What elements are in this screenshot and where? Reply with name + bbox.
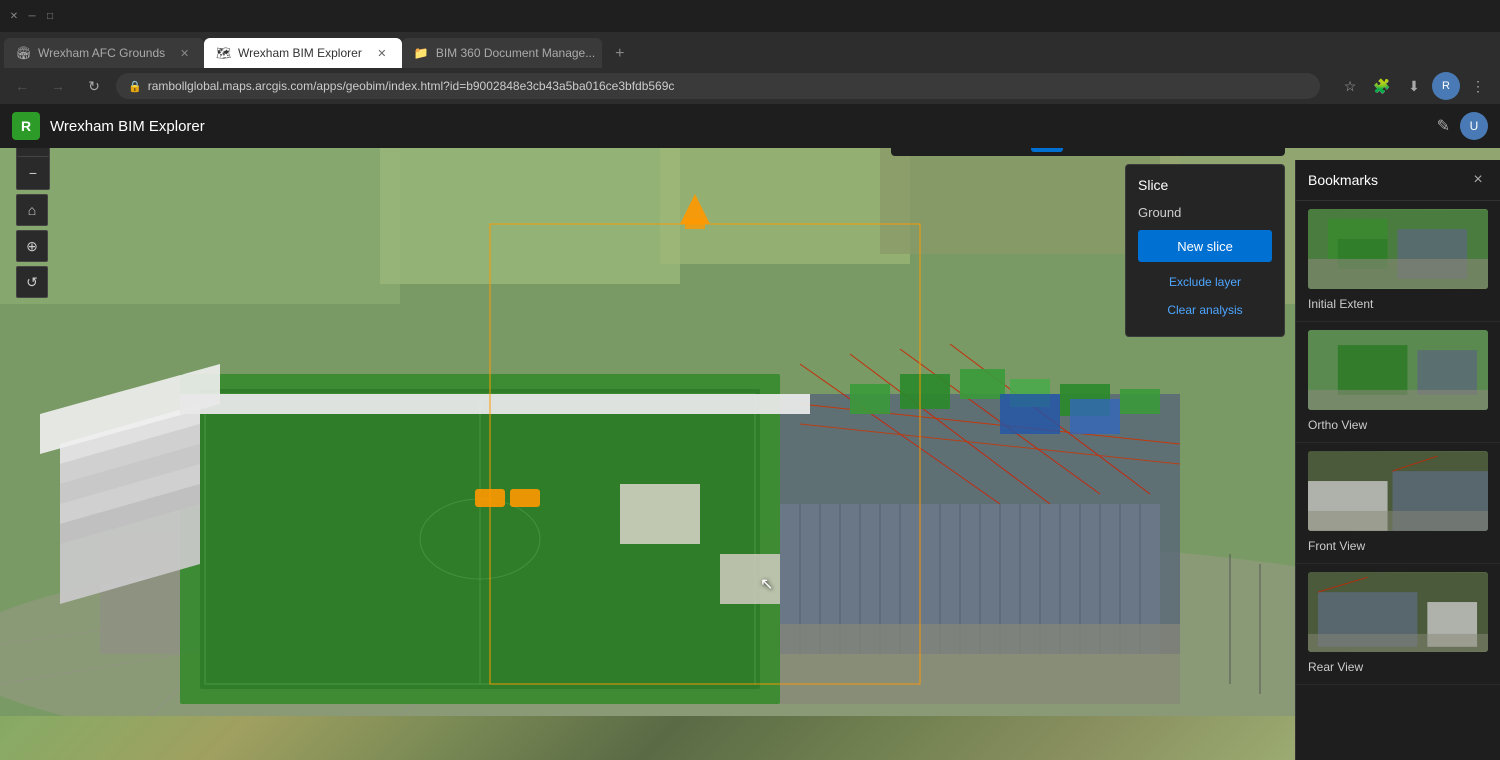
- browser-titlebar: ✕ ─ □: [0, 0, 1500, 32]
- bookmark-item-initial-extent[interactable]: Initial Extent: [1296, 201, 1500, 322]
- profile-button[interactable]: R: [1432, 72, 1460, 100]
- tab-label-afc: Wrexham AFC Grounds: [38, 46, 165, 60]
- home-button[interactable]: ⌂: [16, 194, 48, 226]
- slice-panel-title: Slice: [1138, 177, 1272, 193]
- bookmarks-title: Bookmarks: [1308, 172, 1378, 188]
- bookmark-thumb-initial: [1308, 209, 1488, 289]
- bookmark-name-ortho: Ortho View: [1308, 418, 1367, 432]
- window-maximize-button[interactable]: □: [44, 10, 56, 22]
- browser-chrome: ✕ ─ □ 🏟 Wrexham AFC Grounds ✕ 🗺 Wrexham …: [0, 0, 1500, 104]
- exclude-layer-button[interactable]: Exclude layer: [1138, 268, 1272, 296]
- bookmark-name-rear: Rear View: [1308, 660, 1363, 674]
- tab-wrexham-afc[interactable]: 🏟 Wrexham AFC Grounds ✕: [4, 38, 204, 68]
- tab-favicon-bim: 🗺: [216, 46, 230, 60]
- lock-icon: 🔒: [128, 80, 142, 93]
- window-controls: ✕ ─ □: [8, 10, 56, 22]
- bookmark-item-front-view[interactable]: Front View: [1296, 443, 1500, 564]
- extensions-button[interactable]: 🧩: [1368, 72, 1396, 100]
- app-title: Wrexham BIM Explorer: [50, 118, 205, 135]
- bookmark-thumb-ortho: [1308, 330, 1488, 410]
- bookmark-name-front: Front View: [1308, 539, 1365, 553]
- bookmark-item-ortho-view[interactable]: Ortho View: [1296, 322, 1500, 443]
- bookmark-star-button[interactable]: ☆: [1336, 72, 1364, 100]
- tab-close-bim[interactable]: ✕: [374, 45, 390, 61]
- bookmarks-panel: Bookmarks × Initial Extent: [1295, 160, 1500, 760]
- reload-button[interactable]: ↻: [80, 72, 108, 100]
- bookmark-name-initial: Initial Extent: [1308, 297, 1373, 311]
- browser-actions: ☆ 🧩 ⬇ R ⋮: [1336, 72, 1492, 100]
- tab-label-bim: Wrexham BIM Explorer: [238, 46, 362, 60]
- tab-favicon-bim360: 📁: [414, 46, 428, 60]
- downloads-button[interactable]: ⬇: [1400, 72, 1428, 100]
- app-header: R Wrexham BIM Explorer ✎ U: [0, 104, 1500, 148]
- window-close-button[interactable]: ✕: [8, 10, 20, 22]
- edit-button[interactable]: ✎: [1437, 116, 1450, 136]
- slice-panel: Slice Ground New slice Exclude layer Cle…: [1125, 164, 1285, 337]
- user-avatar[interactable]: U: [1460, 112, 1488, 140]
- rotate-button[interactable]: ↺: [16, 266, 48, 298]
- tab-favicon-afc: 🏟: [16, 46, 30, 60]
- new-slice-button[interactable]: New slice: [1138, 230, 1272, 262]
- tab-label-bim360: BIM 360 Document Manage...: [436, 46, 595, 60]
- bookmarks-close-button[interactable]: ×: [1468, 170, 1488, 190]
- back-button[interactable]: ←: [8, 72, 36, 100]
- forward-button[interactable]: →: [44, 72, 72, 100]
- bookmark-item-rear-view[interactable]: Rear View: [1296, 564, 1500, 685]
- bookmarks-header: Bookmarks ×: [1296, 160, 1500, 201]
- tabs-bar: 🏟 Wrexham AFC Grounds ✕ 🗺 Wrexham BIM Ex…: [0, 32, 1500, 68]
- compass-button[interactable]: ⊕: [16, 230, 48, 262]
- map-area[interactable]: ↖ + − ⌂ ⊕ ↺ ☀ ⛅ ◑ ⬡ ⬜ 🌐 ⟺ ⚠ ◇ ▪▪: [0, 104, 1500, 760]
- map-controls: + − ⌂ ⊕ ↺: [16, 124, 50, 298]
- address-bar: ← → ↻ 🔒 rambollglobal.maps.arcgis.com/ap…: [0, 68, 1500, 104]
- new-tab-button[interactable]: +: [606, 40, 634, 68]
- tab-bim-explorer[interactable]: 🗺 Wrexham BIM Explorer ✕: [204, 38, 402, 68]
- svg-text:↖: ↖: [760, 576, 773, 593]
- url-bar[interactable]: 🔒 rambollglobal.maps.arcgis.com/apps/geo…: [116, 73, 1320, 99]
- tab-close-afc[interactable]: ✕: [177, 45, 192, 61]
- menu-button[interactable]: ⋮: [1464, 72, 1492, 100]
- bookmark-thumb-rear: [1308, 572, 1488, 652]
- window-minimize-button[interactable]: ─: [26, 10, 38, 22]
- bookmark-thumb-front: [1308, 451, 1488, 531]
- slice-label: Ground: [1138, 205, 1272, 220]
- tab-bim360[interactable]: 📁 BIM 360 Document Manage... ✕: [402, 38, 602, 68]
- zoom-out-button[interactable]: −: [17, 157, 49, 189]
- app-container: R Wrexham BIM Explorer ✎ U: [0, 104, 1500, 760]
- clear-analysis-button[interactable]: Clear analysis: [1138, 296, 1272, 324]
- app-logo: R: [12, 112, 40, 140]
- url-text: rambollglobal.maps.arcgis.com/apps/geobi…: [148, 79, 1308, 93]
